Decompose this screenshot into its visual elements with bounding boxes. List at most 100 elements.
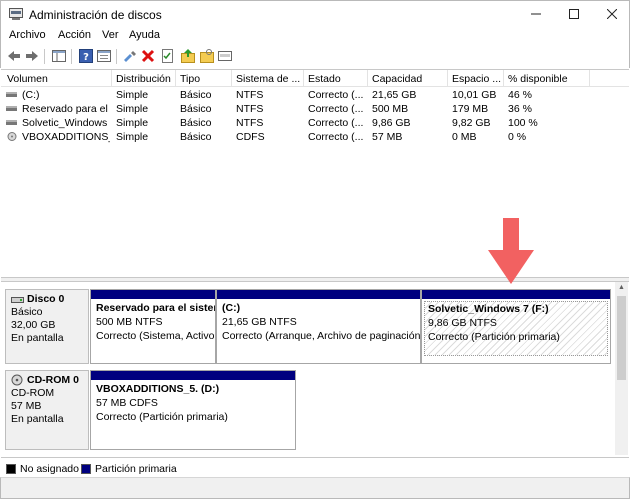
disk-size: 57 MB [11, 400, 42, 412]
cell-volumen: Reservado para el ... [22, 103, 110, 115]
cell-estado: Correcto (... [308, 117, 364, 129]
column-header-disponible[interactable]: % disponible [508, 73, 588, 85]
legend: No asignado Partición primaria [1, 457, 629, 477]
primary-partition-bar [91, 371, 295, 380]
status-bar [0, 477, 630, 499]
delete-icon[interactable] [140, 48, 156, 64]
cell-espacio: 9,82 GB [452, 117, 491, 129]
cell-disponible: 46 % [508, 89, 532, 101]
window-title: Administración de discos [29, 8, 162, 22]
column-header-estado[interactable]: Estado [308, 73, 368, 85]
partition-status: Correcto (Arranque, Archivo de paginació… [222, 330, 420, 342]
primary-partition-bar [422, 290, 610, 299]
disk-status: En pantalla [11, 413, 64, 425]
primary-partition-bar [217, 290, 420, 299]
disk-status: En pantalla [11, 332, 64, 344]
partition-size: 500 MB NTFS [96, 316, 163, 328]
partition-size: 9,86 GB NTFS [428, 317, 497, 329]
partition-d[interactable]: VBOXADDITIONS_5. (D:) 57 MB CDFS Correct… [90, 370, 296, 450]
column-header-capacidad[interactable]: Capacidad [372, 73, 448, 85]
vertical-scrollbar[interactable]: ▲ [615, 282, 628, 455]
table-row[interactable]: Reservado para el ... Simple Básico NTFS… [1, 102, 629, 116]
legend-swatch-primary [81, 464, 91, 474]
partition-f-selected[interactable]: Solvetic_Windows 7 (F:) 9,86 GB NTFS Cor… [421, 289, 611, 364]
scroll-thumb[interactable] [617, 296, 626, 380]
partition-size: 57 MB CDFS [96, 397, 158, 409]
table-row[interactable]: Solvetic_Windows ... Simple Básico NTFS … [1, 116, 629, 130]
partition-name: Solvetic_Windows 7 (F:) [428, 303, 549, 315]
cell-distribucion: Simple [116, 131, 149, 143]
table-row[interactable]: VBOXADDITIONS_... Simple Básico CDFS Cor… [1, 130, 629, 144]
cell-espacio: 179 MB [452, 103, 489, 115]
folder-up-icon[interactable] [180, 48, 196, 64]
check-document-icon[interactable] [159, 48, 175, 64]
column-divider[interactable] [231, 70, 232, 87]
back-arrow-icon[interactable] [6, 48, 22, 64]
maximize-button[interactable] [555, 1, 593, 29]
column-divider[interactable] [175, 70, 176, 87]
cell-volumen: (C:) [22, 89, 40, 101]
svg-text:?: ? [83, 52, 89, 63]
disk-graph-view: Disco 0 Básico 32,00 GB En pantalla Rese… [1, 282, 629, 455]
drive-icon[interactable] [217, 48, 233, 64]
disk-name: Disco 0 [27, 293, 65, 305]
cell-distribucion: Simple [116, 117, 149, 129]
cd-drive-icon [11, 374, 23, 386]
title-bar: Administración de discos [0, 0, 630, 28]
cell-tipo: Básico [180, 117, 212, 129]
cell-distribucion: Simple [116, 89, 149, 101]
close-button[interactable] [593, 1, 630, 29]
column-header-distribucion[interactable]: Distribución [116, 73, 174, 85]
properties-icon[interactable] [96, 48, 112, 64]
column-divider[interactable] [111, 70, 112, 87]
cdrom-0-label[interactable]: CD-ROM 0 CD-ROM 57 MB En pantalla [5, 370, 89, 450]
annotation-arrow-icon [488, 218, 534, 284]
volume-list-header: Volumen Distribución Tipo Sistema de ...… [1, 70, 629, 87]
cell-sistema: NTFS [236, 103, 264, 115]
scroll-up-arrow-icon[interactable]: ▲ [615, 282, 628, 294]
forward-arrow-icon[interactable] [24, 48, 40, 64]
table-row[interactable]: (C:) Simple Básico NTFS Correcto (... 21… [1, 88, 629, 102]
menu-ayuda[interactable]: Ayuda [129, 29, 160, 41]
cell-tipo: Básico [180, 103, 212, 115]
disk-0-label[interactable]: Disco 0 Básico 32,00 GB En pantalla [5, 289, 89, 364]
column-header-volumen[interactable]: Volumen [7, 73, 109, 85]
toolbar: ? [0, 45, 630, 68]
folder-key-icon[interactable] [199, 48, 215, 64]
cell-volumen: Solvetic_Windows ... [22, 117, 110, 129]
cell-estado: Correcto (... [308, 131, 364, 143]
cell-tipo: Básico [180, 131, 212, 143]
volume-icon [6, 106, 17, 111]
cd-drive-icon [7, 132, 17, 141]
partition-name: VBOXADDITIONS_5. (D:) [96, 383, 220, 395]
menu-accion[interactable]: Acción [58, 29, 91, 41]
column-divider[interactable] [303, 70, 304, 87]
help-icon[interactable]: ? [78, 48, 94, 64]
column-divider[interactable] [503, 70, 504, 87]
cell-sistema: NTFS [236, 117, 264, 129]
column-header-tipo[interactable]: Tipo [180, 73, 230, 85]
partition-name: (C:) [222, 302, 241, 314]
cell-capacidad: 9,86 GB [372, 117, 411, 129]
column-header-espacio[interactable]: Espacio ... [452, 73, 502, 85]
minimize-button[interactable] [517, 1, 555, 29]
column-divider[interactable] [367, 70, 368, 87]
cell-tipo: Básico [180, 89, 212, 101]
menu-ver[interactable]: Ver [102, 29, 119, 41]
volume-icon [6, 92, 17, 97]
cell-sistema: CDFS [236, 131, 265, 143]
connect-drive-icon[interactable] [122, 48, 138, 64]
cell-estado: Correcto (... [308, 103, 364, 115]
console-tree-icon[interactable] [51, 48, 67, 64]
column-divider[interactable] [447, 70, 448, 87]
partition-status: Correcto (Sistema, Activo, [96, 330, 215, 342]
column-header-sistema[interactable]: Sistema de ... [236, 73, 302, 85]
partition-size: 21,65 GB NTFS [222, 316, 297, 328]
cell-capacidad: 21,65 GB [372, 89, 417, 101]
column-divider[interactable] [589, 70, 590, 87]
legend-label-unallocated: No asignado [20, 463, 79, 475]
disk-icon [11, 297, 24, 303]
partition-system-reserved[interactable]: Reservado para el sistem 500 MB NTFS Cor… [90, 289, 216, 364]
menu-archivo[interactable]: Archivo [9, 29, 46, 41]
partition-c[interactable]: (C:) 21,65 GB NTFS Correcto (Arranque, A… [216, 289, 421, 364]
